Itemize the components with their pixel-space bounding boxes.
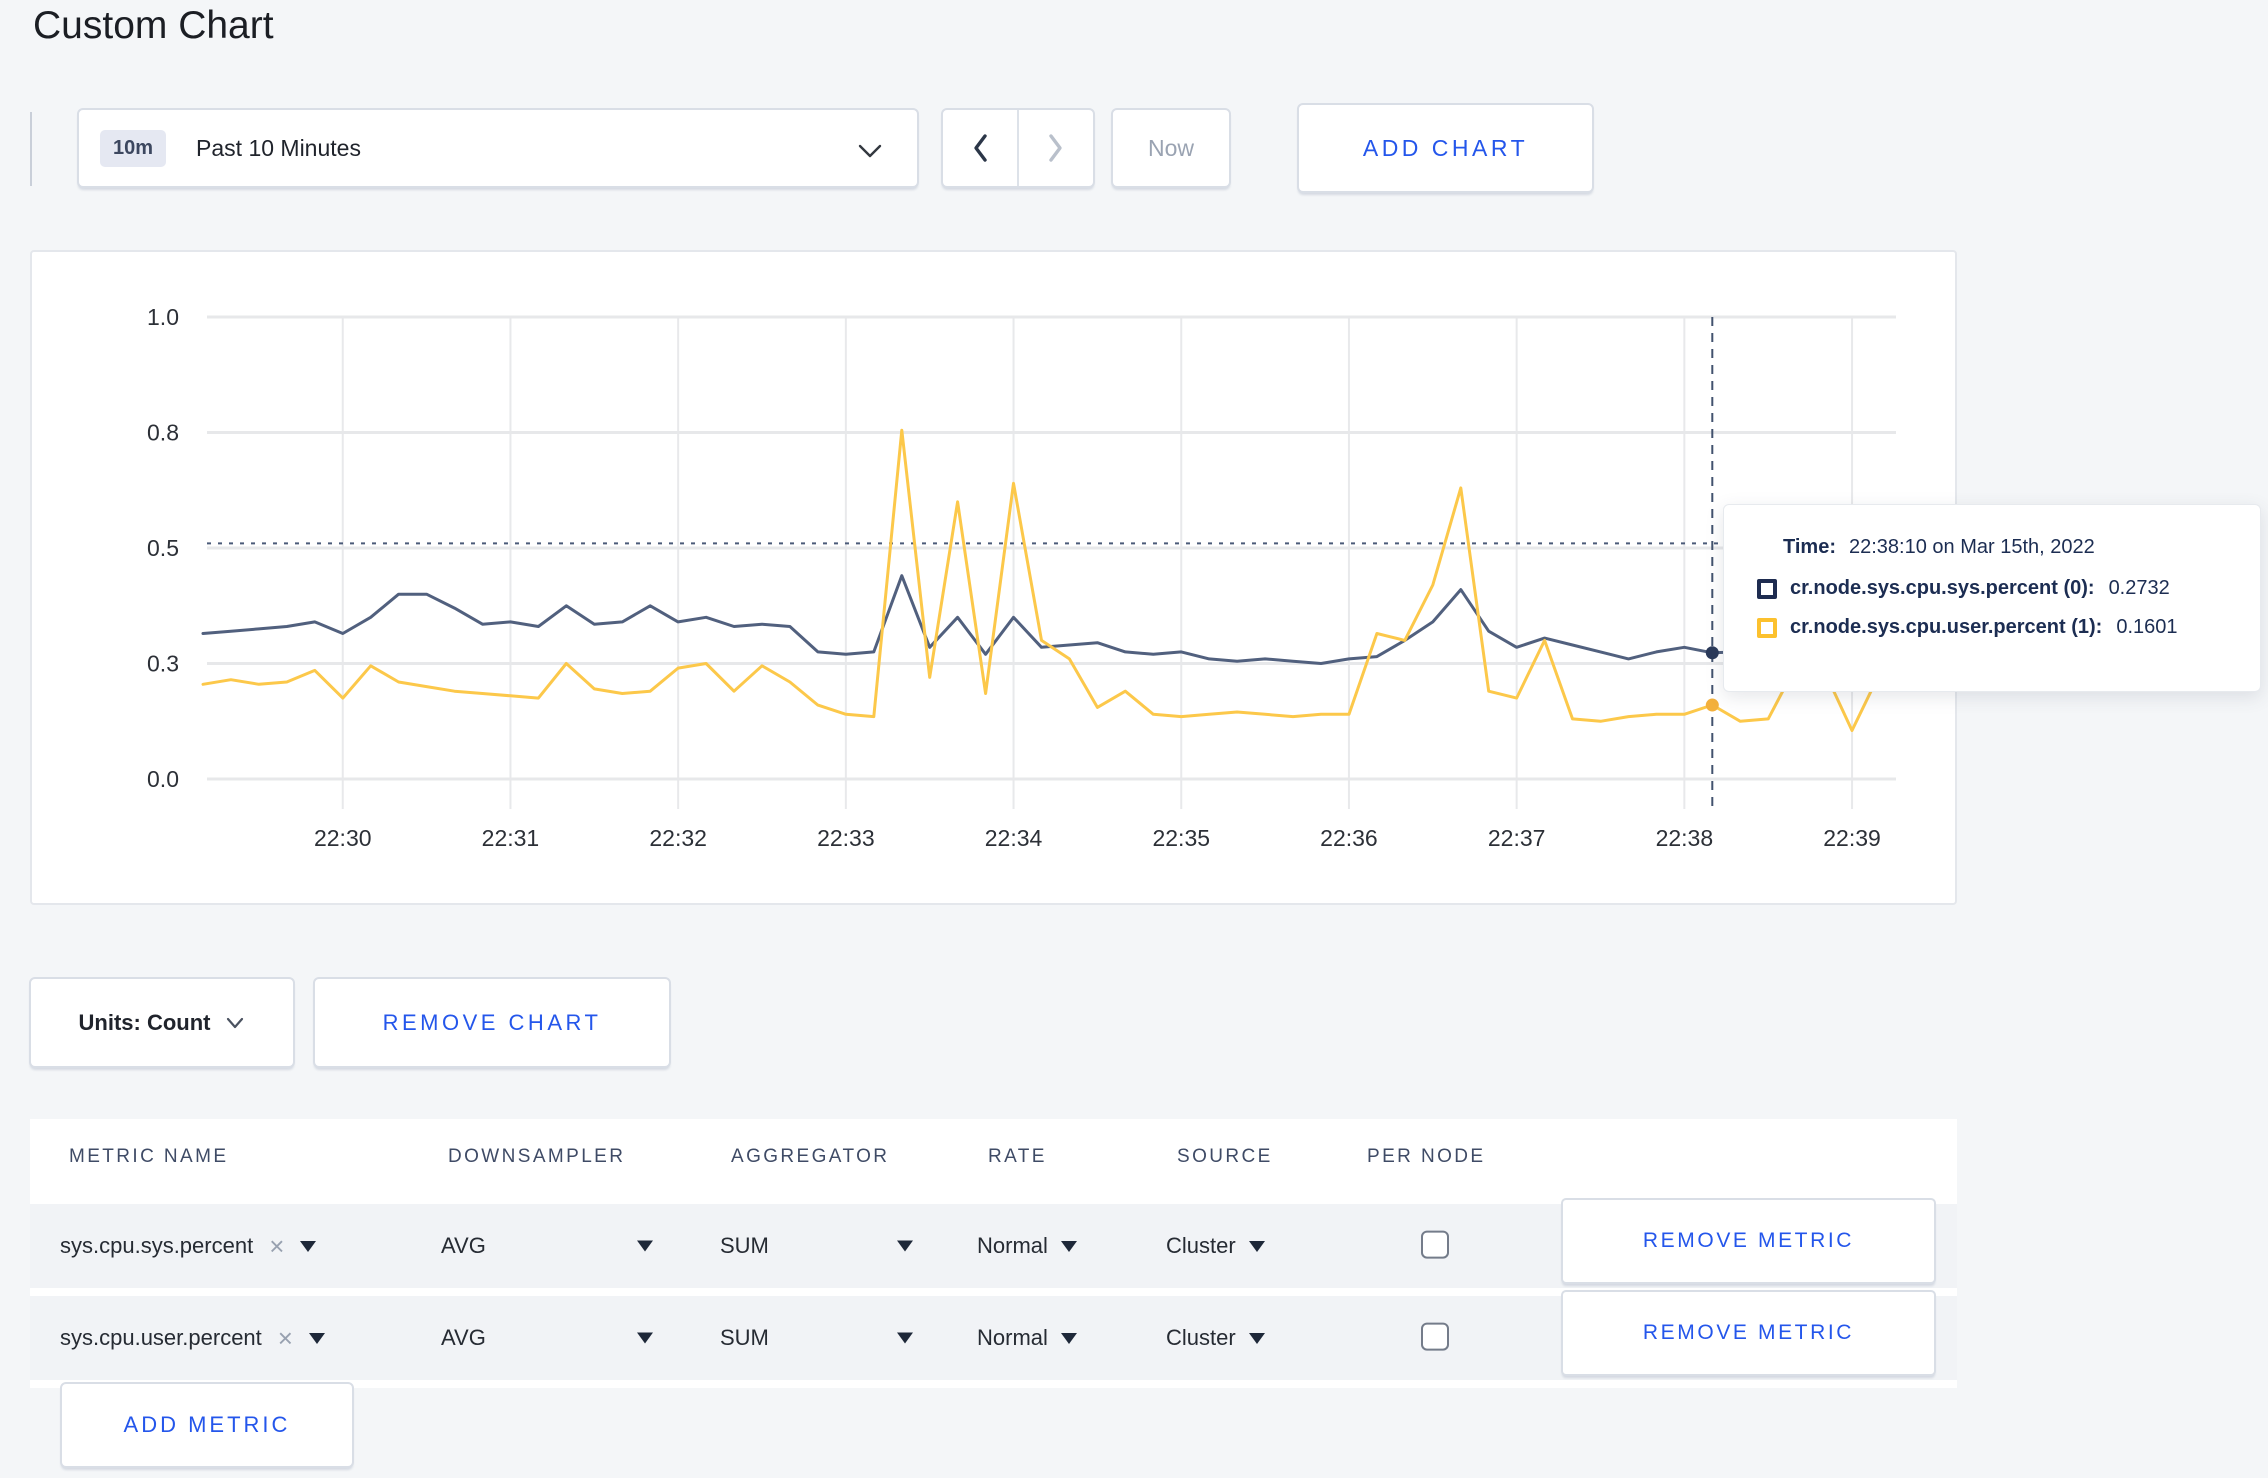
per-node-checkbox[interactable]: [1421, 1322, 1449, 1351]
add-chart-button[interactable]: ADD CHART: [1297, 103, 1594, 193]
svg-text:22:39: 22:39: [1823, 825, 1881, 851]
col-header-aggregator: AGGREGATOR: [731, 1146, 890, 1167]
chevron-right-icon: [1049, 134, 1062, 162]
metric-table-row: sys.cpu.sys.percent × AVG SUM Normal Clu…: [30, 1198, 1957, 1288]
rate-select[interactable]: Normal: [977, 1233, 1077, 1259]
svg-text:0.3: 0.3: [147, 651, 179, 677]
source-select[interactable]: Cluster: [1166, 1325, 1265, 1351]
svg-text:22:30: 22:30: [314, 825, 372, 851]
col-header-downsampler: DOWNSAMPLER: [448, 1146, 626, 1167]
custom-chart-page: Custom Chart 10m Past 10 Minutes Now ADD…: [0, 0, 2268, 1478]
svg-text:22:35: 22:35: [1152, 825, 1210, 851]
svg-text:22:31: 22:31: [482, 825, 540, 851]
tooltip-series-value: 0.2732: [2108, 577, 2170, 599]
rate-select[interactable]: Normal: [977, 1325, 1077, 1351]
tooltip-series-name: cr.node.sys.cpu.user.percent (1):: [1790, 616, 2103, 638]
source-select[interactable]: Cluster: [1166, 1233, 1265, 1259]
metric-name: sys.cpu.sys.percent: [60, 1233, 254, 1258]
units-label: Units: Count: [78, 1009, 211, 1035]
caret-down-icon[interactable]: [897, 1240, 913, 1252]
svg-text:22:36: 22:36: [1320, 825, 1378, 851]
source-value: Cluster: [1166, 1233, 1236, 1258]
page-title: Custom Chart: [33, 4, 274, 47]
add-metric-button[interactable]: ADD METRIC: [60, 1382, 354, 1468]
time-forward-button[interactable]: [1017, 110, 1093, 186]
caret-down-icon[interactable]: [897, 1332, 913, 1344]
col-header-metric-name: METRIC NAME: [69, 1146, 229, 1167]
units-dropdown[interactable]: Units: Count: [29, 977, 295, 1068]
sys-percent-swatch-icon: [1757, 578, 1777, 599]
tooltip-time-value: 22:38:10 on Mar 15th, 2022: [1848, 536, 2095, 558]
svg-text:22:32: 22:32: [649, 825, 707, 851]
svg-text:1.0: 1.0: [147, 304, 179, 330]
chevron-down-icon: [857, 142, 883, 165]
caret-down-icon[interactable]: [300, 1240, 317, 1252]
caret-down-icon: [1060, 1240, 1077, 1252]
metrics-table: METRIC NAME DOWNSAMPLER AGGREGATOR RATE …: [30, 1119, 1957, 1388]
tooltip-series-row: cr.node.sys.cpu.user.percent (1): 0.1601: [1757, 616, 2260, 639]
rate-value: Normal: [977, 1233, 1048, 1258]
source-value: Cluster: [1166, 1325, 1236, 1350]
metric-name: sys.cpu.user.percent: [60, 1325, 262, 1350]
time-range-label: Past 10 Minutes: [196, 134, 361, 161]
caret-down-icon: [1248, 1240, 1265, 1252]
svg-text:22:37: 22:37: [1488, 825, 1546, 851]
col-header-rate: RATE: [988, 1146, 1047, 1167]
tooltip-time-label: Time:: [1783, 536, 1836, 558]
svg-text:0.8: 0.8: [147, 420, 179, 446]
remove-chart-button[interactable]: REMOVE CHART: [313, 977, 671, 1068]
tooltip-time-row: Time: 22:38:10 on Mar 15th, 2022: [1783, 536, 2260, 559]
now-button[interactable]: Now: [1111, 108, 1231, 188]
svg-text:22:38: 22:38: [1656, 825, 1714, 851]
metric-name-select[interactable]: sys.cpu.sys.percent ×: [60, 1233, 317, 1259]
caret-down-icon[interactable]: [308, 1332, 325, 1344]
clear-metric-icon[interactable]: ×: [278, 1325, 293, 1351]
tooltip-series-row: cr.node.sys.cpu.sys.percent (0): 0.2732: [1757, 577, 2260, 600]
per-node-checkbox[interactable]: [1421, 1230, 1449, 1259]
metric-name-select[interactable]: sys.cpu.user.percent ×: [60, 1325, 325, 1351]
time-back-button[interactable]: [943, 110, 1017, 186]
col-header-source: SOURCE: [1177, 1146, 1273, 1167]
downsampler-select[interactable]: AVG: [441, 1233, 486, 1259]
tooltip-series-value: 0.1601: [2116, 616, 2178, 638]
svg-text:22:34: 22:34: [985, 825, 1043, 851]
caret-down-icon: [1248, 1332, 1265, 1344]
toolbar-divider: [30, 112, 32, 186]
chart-card: 22:30 22:31 22:32 22:33 22:34 22:35 22:36 22:37…: [30, 250, 1957, 905]
aggregator-select[interactable]: SUM: [720, 1325, 769, 1351]
clear-metric-icon[interactable]: ×: [269, 1233, 284, 1259]
remove-metric-button[interactable]: REMOVE METRIC: [1561, 1198, 1936, 1284]
col-header-per-node: PER NODE: [1367, 1146, 1486, 1167]
timeseries-chart[interactable]: 22:30 22:31 22:32 22:33 22:34 22:35 22:36 22:37…: [32, 252, 1955, 903]
caret-down-icon[interactable]: [637, 1332, 653, 1344]
svg-text:22:33: 22:33: [817, 825, 875, 851]
rate-value: Normal: [977, 1325, 1048, 1350]
metric-table-row: sys.cpu.user.percent × AVG SUM Normal Cl…: [30, 1290, 1957, 1380]
remove-metric-button[interactable]: REMOVE METRIC: [1561, 1290, 1936, 1376]
svg-text:0.0: 0.0: [147, 766, 179, 792]
time-pager: [941, 108, 1095, 188]
user-percent-swatch-icon: [1757, 617, 1777, 638]
caret-down-icon: [1060, 1332, 1077, 1344]
time-range-badge: 10m: [100, 129, 167, 167]
tooltip-series-name: cr.node.sys.cpu.sys.percent (0):: [1790, 577, 2095, 599]
caret-down-icon[interactable]: [637, 1240, 653, 1252]
chart-hover-tooltip: Time: 22:38:10 on Mar 15th, 2022 cr.node.…: [1723, 504, 2261, 692]
downsampler-select[interactable]: AVG: [441, 1325, 486, 1351]
chevron-left-icon: [974, 134, 987, 162]
time-range-dropdown[interactable]: 10m Past 10 Minutes: [77, 108, 919, 188]
svg-text:0.5: 0.5: [147, 535, 179, 561]
aggregator-select[interactable]: SUM: [720, 1233, 769, 1259]
chevron-down-icon: [227, 1017, 244, 1028]
